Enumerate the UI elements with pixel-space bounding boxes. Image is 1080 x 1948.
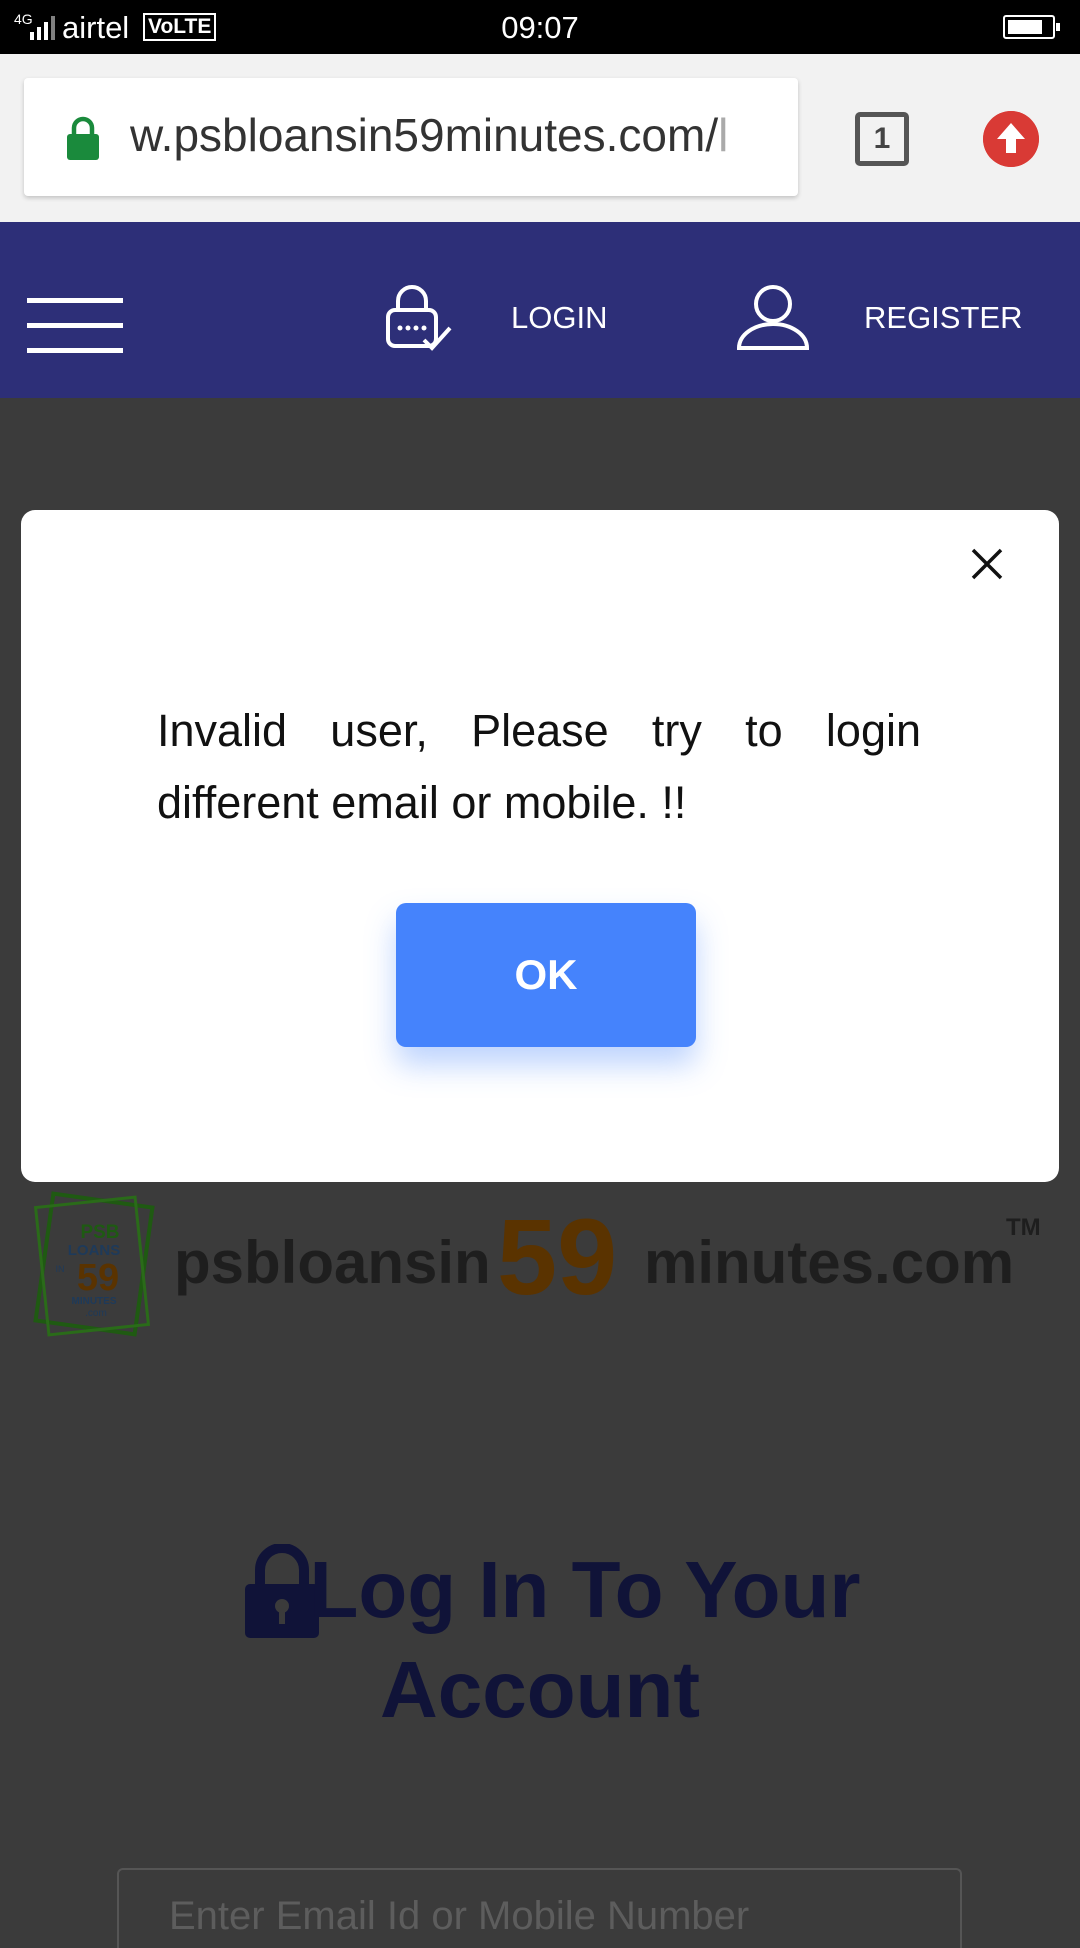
title-line-2: Account bbox=[380, 1645, 700, 1734]
email-field[interactable]: Enter Email Id or Mobile Number bbox=[117, 1868, 962, 1948]
site-header: LOGIN REGISTER bbox=[0, 222, 1080, 398]
brand-number: 59 bbox=[497, 1196, 618, 1317]
ok-button[interactable]: OK bbox=[396, 903, 696, 1047]
clock: 09:07 bbox=[501, 10, 579, 45]
register-link[interactable]: REGISTER bbox=[864, 300, 1022, 336]
url-main: w.psbloansin59minutes.com/ bbox=[130, 109, 719, 161]
brand-trademark: TM bbox=[1006, 1214, 1041, 1241]
email-placeholder: Enter Email Id or Mobile Number bbox=[169, 1894, 750, 1938]
login-link[interactable]: LOGIN bbox=[511, 300, 607, 336]
error-message: Invalid user, Please try to login differ… bbox=[157, 705, 921, 828]
lock-icon bbox=[67, 116, 99, 160]
url-text: w.psbloansin59minutes.com/l bbox=[130, 108, 795, 162]
error-dialog: Invalid user, Please try to login differ… bbox=[21, 510, 1059, 1182]
page-title: Log In To Your Account bbox=[0, 1540, 1080, 1740]
address-bar[interactable]: w.psbloansin59minutes.com/l bbox=[24, 78, 798, 196]
brand-wordmark: psbloansin 59 minutes.com TM bbox=[0, 1188, 1080, 1328]
brand-suffix: minutes.com bbox=[644, 1229, 1015, 1296]
hamburger-icon[interactable] bbox=[27, 298, 123, 354]
close-icon[interactable] bbox=[965, 542, 1009, 586]
browser-toolbar: w.psbloansin59minutes.com/l 1 bbox=[0, 54, 1080, 222]
url-tail: l bbox=[718, 109, 729, 161]
status-bar: 4G airtel VoLTE 09:07 bbox=[0, 0, 1080, 54]
title-line-1: Log In To Your bbox=[309, 1545, 861, 1634]
lock-check-icon[interactable] bbox=[384, 284, 454, 354]
battery-icon bbox=[1003, 15, 1060, 39]
tab-switcher-button[interactable]: 1 bbox=[855, 112, 909, 166]
user-icon[interactable] bbox=[736, 284, 810, 350]
arrow-up-icon[interactable] bbox=[983, 111, 1039, 167]
brand-prefix: psbloansin bbox=[174, 1229, 491, 1296]
